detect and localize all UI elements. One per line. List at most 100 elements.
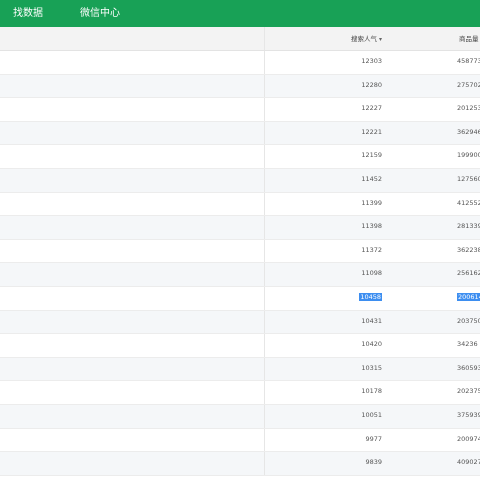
search-people-value: 11399 [361, 198, 382, 207]
column-divider [264, 239, 265, 263]
column-divider [264, 310, 265, 334]
goods-count-cell: 362238 [457, 240, 480, 263]
goods-count-value: 256162 [457, 269, 480, 278]
table-row[interactable]: 12221 362946 [0, 121, 480, 146]
table-row[interactable]: 10458 200614 [0, 286, 480, 311]
goods-count-value: 281339 [457, 222, 480, 231]
search-people-value: 10420 [361, 340, 382, 349]
search-people-cell: 9977 [365, 429, 382, 452]
table-row[interactable]: 9839 409027 [0, 452, 480, 476]
column-divider [264, 145, 265, 168]
goods-count-value: 127560 [457, 174, 480, 183]
column-divider [264, 263, 265, 286]
search-people-value: 10315 [361, 363, 382, 372]
goods-count-cell: 201253 [457, 98, 480, 121]
goods-count-value: 202375 [457, 387, 480, 396]
table-row[interactable]: 10051 375939 [0, 404, 480, 429]
column-header-search-people-label: 搜索人气 [350, 35, 377, 43]
search-people-cell: 12221 [361, 122, 382, 145]
table-row[interactable]: 11399 412552 [0, 192, 480, 217]
goods-count-value: 362238 [457, 245, 480, 254]
table-header: 搜索人气 ▾ 商品量 [0, 27, 480, 51]
column-divider [264, 168, 265, 192]
search-people-value: 11372 [361, 245, 382, 254]
table-row[interactable]: 12280 275702 [0, 74, 480, 99]
column-header-goods-count[interactable]: 商品量 [459, 27, 479, 51]
column-divider [264, 192, 265, 216]
table-row[interactable]: 9977 200974 [0, 428, 480, 453]
sort-desc-icon[interactable]: ▾ [379, 36, 382, 43]
search-people-cell: 10431 [361, 311, 382, 334]
search-people-value: 11452 [361, 174, 382, 183]
search-people-cell: 12159 [361, 145, 382, 168]
goods-count-cell: 458773 [457, 51, 480, 74]
search-people-value: 12227 [361, 104, 382, 113]
goods-count-value: 412552 [457, 198, 480, 207]
search-people-cell: 10315 [361, 358, 382, 381]
goods-count-cell: 127560 [457, 169, 480, 192]
nav-find-data[interactable]: 找数据 [13, 0, 43, 27]
search-people-cell: 11452 [361, 169, 382, 192]
goods-count-cell: 362946 [457, 122, 480, 145]
table-row[interactable]: 10178 202375 [0, 381, 480, 405]
goods-count-value: 200974 [457, 434, 480, 443]
goods-count-value: 275702 [457, 80, 480, 89]
search-people-cell: 10178 [361, 381, 382, 404]
search-people-cell: 11399 [361, 193, 382, 216]
table-row[interactable]: 11452 127560 [0, 168, 480, 193]
goods-count-cell: 202375 [457, 381, 480, 404]
column-divider [264, 74, 265, 98]
column-divider [264, 216, 265, 239]
column-divider [264, 381, 265, 404]
table-row[interactable]: 11098 256162 [0, 263, 480, 287]
goods-count-cell: 281339 [457, 216, 480, 239]
goods-count-value: 409027 [457, 458, 480, 467]
table-row[interactable]: 11398 281339 [0, 216, 480, 240]
goods-count-value: 375939 [457, 410, 480, 419]
search-people-cell: 12280 [361, 75, 382, 98]
column-divider [264, 98, 265, 121]
search-people-value: 12280 [361, 80, 382, 89]
search-people-value: 9839 [365, 458, 382, 467]
goods-count-cell: 203750 [457, 311, 480, 334]
goods-count-value: 360593 [457, 363, 480, 372]
goods-count-value: 362946 [457, 127, 480, 136]
search-people-cell: 11398 [361, 216, 382, 239]
search-people-value: 10051 [361, 410, 382, 419]
column-divider [264, 428, 265, 452]
goods-count-cell: 199900 [457, 145, 480, 168]
goods-count-value: 458773 [457, 57, 480, 65]
search-people-value: 10431 [361, 316, 382, 325]
search-people-value: 11098 [361, 269, 382, 278]
search-people-value: 10178 [361, 387, 382, 396]
goods-count-cell: 360593 [457, 358, 480, 381]
table-body: 12303 458773 12280 275702 12227 201253 12221 36… [0, 51, 480, 476]
search-people-value: 11398 [361, 222, 382, 231]
goods-count-value: 201253 [457, 104, 480, 113]
table-row[interactable]: 11372 362238 [0, 239, 480, 264]
goods-count-cell: 412552 [457, 193, 480, 216]
table-row[interactable]: 10315 360593 [0, 357, 480, 382]
column-divider [264, 286, 265, 310]
table-row[interactable]: 12303 458773 [0, 51, 480, 75]
goods-count-cell: 375939 [457, 405, 480, 428]
table-row[interactable]: 10431 203750 [0, 310, 480, 335]
column-divider [264, 357, 265, 381]
search-people-value: 9977 [365, 434, 382, 443]
search-people-value: 10458 [359, 292, 382, 301]
table-row[interactable]: 12159 199900 [0, 145, 480, 169]
goods-count-cell: 200614 [457, 287, 480, 310]
search-people-value: 12221 [361, 127, 382, 136]
data-table: 搜索人气 ▾ 商品量 12303 458773 12280 275702 12227 201… [0, 27, 480, 480]
column-header-search-people[interactable]: 搜索人气 ▾ [351, 27, 382, 51]
column-divider [264, 121, 265, 145]
table-row[interactable]: 12227 201253 [0, 98, 480, 122]
goods-count-value: 200614 [457, 292, 480, 301]
table-row[interactable]: 10420 34236 [0, 334, 480, 358]
nav-wechat-center[interactable]: 微信中心 [80, 0, 120, 27]
goods-count-value: 34236 [457, 340, 478, 349]
goods-count-cell: 409027 [457, 452, 480, 475]
column-divider [264, 334, 265, 357]
search-people-cell: 12227 [361, 98, 382, 121]
goods-count-value: 203750 [457, 316, 480, 325]
